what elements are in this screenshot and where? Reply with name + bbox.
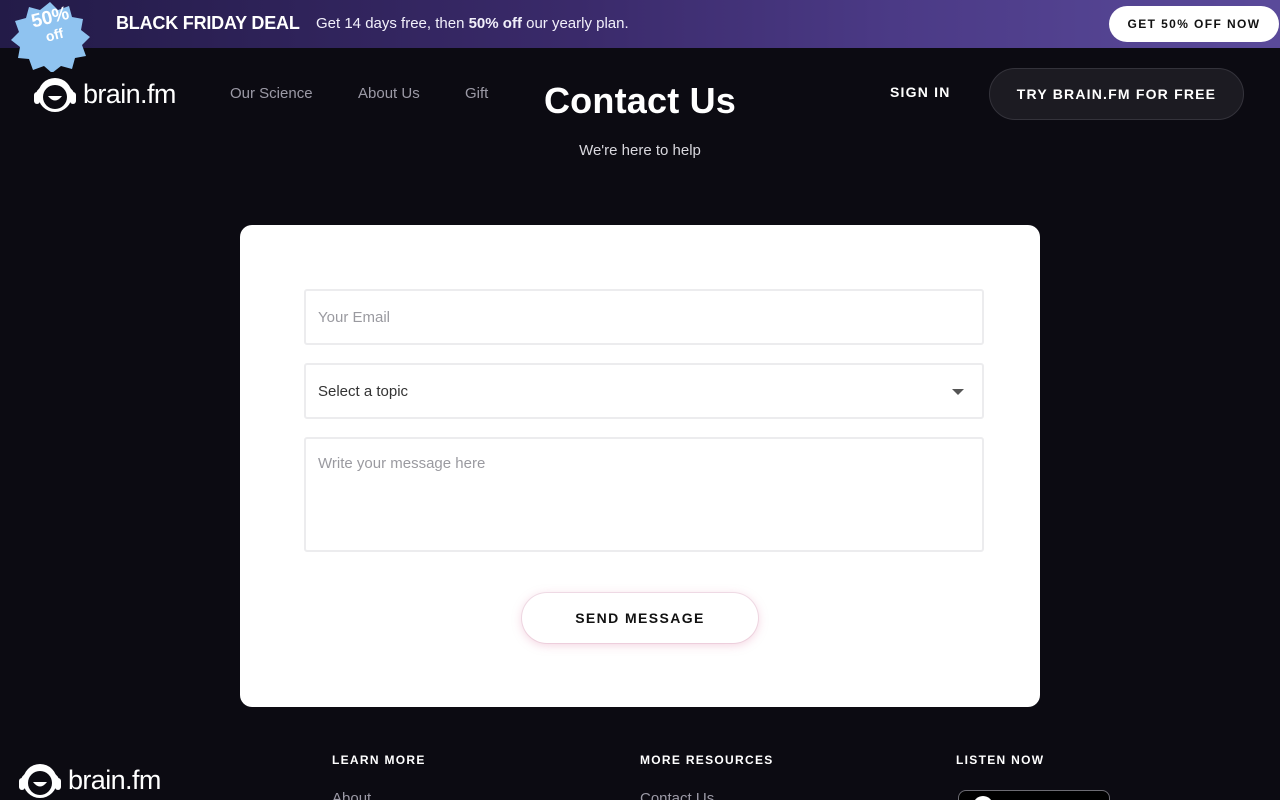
contact-form-card: Select a topic SEND MESSAGE — [240, 225, 1040, 707]
footer-heading-listen-now: LISTEN NOW — [956, 753, 1045, 767]
footer-logo-wordmark: brain.fm — [68, 764, 161, 795]
message-field[interactable] — [304, 437, 984, 552]
promo-title: BLACK FRIDAY DEAL — [116, 13, 300, 33]
topic-select-value: Select a topic — [318, 382, 409, 400]
promo-text-start: Get 14 days free, then — [316, 15, 469, 32]
promo-text-end: our yearly plan. — [521, 15, 629, 32]
discount-badge: 50% off — [6, 0, 94, 73]
apple-icon — [973, 796, 993, 800]
footer-heading-more-resources: MORE RESOURCES — [640, 753, 774, 767]
promo-banner: 50% off BLACK FRIDAY DEAL Get 14 days fr… — [0, 0, 1280, 73]
get-discount-button[interactable]: GET 50% OFF NOW — [1109, 6, 1279, 42]
email-field[interactable] — [304, 289, 984, 345]
promo-text: Get 14 days free, then 50% off our yearl… — [316, 15, 629, 32]
chevron-down-icon — [952, 389, 964, 395]
headphones-face-icon — [19, 764, 61, 798]
footer-link-contact-us[interactable]: Contact Us — [640, 790, 714, 800]
page-subtitle: We're here to help — [579, 142, 701, 159]
promo-text-highlight: 50% off — [468, 15, 522, 32]
topic-select[interactable]: Select a topic — [304, 363, 984, 419]
page-title: Contact Us — [543, 80, 737, 121]
footer-heading-learn-more: LEARN MORE — [332, 753, 426, 767]
app-store-badge[interactable] — [958, 790, 1110, 800]
footer-link-about[interactable]: About — [332, 790, 371, 800]
footer-logo[interactable]: brain.fm — [16, 760, 161, 800]
send-message-button[interactable]: SEND MESSAGE — [522, 593, 758, 643]
